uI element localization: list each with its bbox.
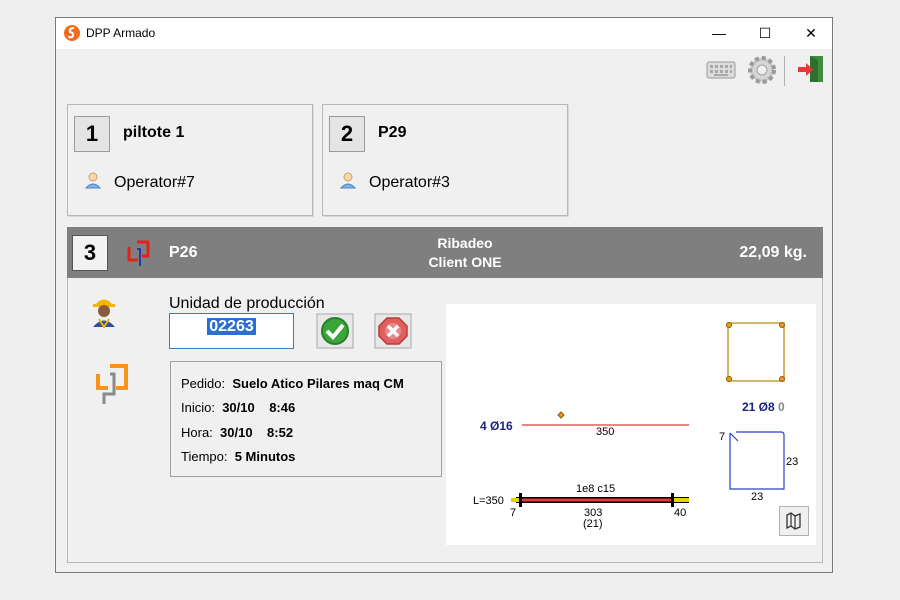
inicio-date: 30/10	[222, 400, 255, 415]
map-button[interactable]	[779, 506, 809, 536]
exit-icon[interactable]	[796, 54, 826, 89]
left-offset-label: 7	[510, 507, 517, 519]
total-length-label: L=350	[473, 495, 504, 507]
hora-row: Hora: 30/10 8:52	[181, 425, 293, 440]
station-card-1[interactable]: 1 piltote 1 Operator#7	[67, 104, 313, 216]
confirm-button[interactable]	[316, 313, 354, 349]
inicio-label: Inicio:	[181, 400, 215, 415]
pedido-label: Pedido:	[181, 376, 226, 391]
map-icon	[786, 512, 801, 530]
location-label: Ribadeo	[437, 235, 493, 251]
station-card-2[interactable]: 2 P29 Operator#3	[322, 104, 568, 216]
tiempo-label: Tiempo:	[181, 449, 228, 464]
right-offset-label: 40	[674, 507, 687, 519]
minimize-button[interactable]: —	[696, 18, 742, 49]
inicio-time: 8:46	[269, 400, 296, 415]
tiempo-value: 5 Minutos	[234, 449, 296, 464]
inicio-row: Inicio: 30/10 8:46	[181, 400, 295, 415]
pedido-row: Pedido: Suelo Atico Pilares maq CM	[181, 376, 404, 391]
column-element-icon	[94, 360, 130, 413]
maximize-button[interactable]: ☐	[742, 18, 788, 49]
section-bar	[779, 322, 785, 328]
order-info-box: Pedido: Suelo Atico Pilares maq CM Inici…	[170, 361, 442, 477]
stirrup-hook-label: 7	[719, 431, 726, 443]
station-title: P29	[378, 124, 407, 141]
mid-count-label: (21)	[583, 518, 603, 530]
station-number: 2	[329, 116, 365, 152]
stirrup-side-label: 23	[786, 456, 799, 468]
user-icon	[84, 171, 102, 194]
section-bar	[726, 376, 732, 382]
element-code: P26	[169, 244, 198, 261]
section-outline	[727, 322, 785, 382]
spacing-label: 1e8 c15	[576, 483, 616, 495]
stirrup-count-label: 21 Ø8 0	[742, 400, 785, 414]
active-station-header[interactable]: 3 P26 Ribadeo Client ONE 22,09 kg.	[67, 227, 823, 278]
worker-icon	[90, 294, 118, 333]
section-bar	[726, 322, 732, 328]
active-station-panel: Unidad de producción 02263 Pedido: Suelo…	[67, 278, 823, 563]
bar-marker	[557, 411, 565, 419]
hora-time: 8:52	[267, 425, 294, 440]
production-unit-label: Unidad de producción	[169, 295, 325, 312]
title-bar: DPP Armado — ☐ ✕	[56, 18, 832, 49]
app-window: DPP Armado — ☐ ✕ 1 piltote 1 Operator#7 …	[55, 17, 833, 573]
window-title: DPP Armado	[86, 26, 156, 40]
production-unit-input[interactable]: 02263	[169, 313, 294, 349]
client-label: Client ONE	[428, 254, 502, 270]
gear-icon[interactable]	[746, 54, 778, 91]
weight-label: 22,09 kg.	[739, 244, 807, 261]
operator-label: Operator#7	[114, 174, 195, 191]
tiempo-row: Tiempo: 5 Minutos	[181, 449, 295, 464]
assembly-tick-right	[671, 493, 674, 507]
station-title: piltote 1	[123, 124, 185, 141]
bar-length-label: 350	[596, 426, 615, 438]
stirrup-suffix: 0	[778, 400, 785, 414]
assembly-tick-left	[519, 493, 522, 507]
toolbar-divider	[784, 56, 785, 86]
bar-count-label: 4 Ø16	[480, 419, 513, 433]
keyboard-icon[interactable]	[706, 60, 736, 85]
user-icon	[339, 171, 357, 194]
station-number: 3	[72, 235, 108, 271]
stirrup-count: 21 Ø8	[742, 400, 775, 414]
hora-label: Hora:	[181, 425, 213, 440]
rebar-drawing: 4 Ø16 350 21 Ø8 0 7 23 23 1e8 c15 L=350 …	[446, 304, 816, 545]
close-button[interactable]: ✕	[788, 18, 834, 49]
production-unit-value: 02263	[207, 318, 256, 335]
pedido-value: Suelo Atico Pilares maq CM	[232, 376, 404, 391]
stirrup-bottom-label: 23	[751, 491, 764, 503]
cancel-button[interactable]	[374, 313, 412, 349]
operator-label: Operator#3	[369, 174, 450, 191]
section-bar	[779, 376, 785, 382]
hora-date: 30/10	[220, 425, 253, 440]
stirrup-hook	[729, 432, 739, 442]
app-logo-icon	[64, 25, 80, 41]
station-number: 1	[74, 116, 110, 152]
element-type-icon	[125, 238, 155, 273]
